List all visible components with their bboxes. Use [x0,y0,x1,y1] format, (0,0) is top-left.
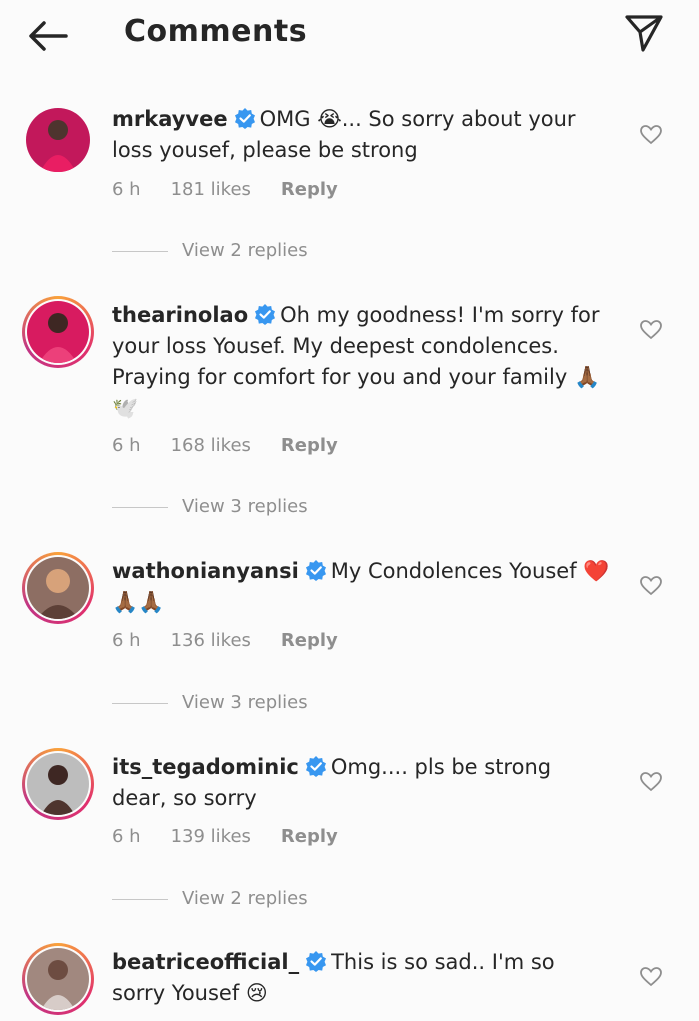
reply-button[interactable]: Reply [281,435,338,456]
comment-meta: 6 h 136 likes Reply [112,630,368,651]
view-replies-label: View 3 replies [182,692,308,713]
verified-badge-icon [305,560,326,581]
send-icon[interactable] [622,12,666,54]
like-count[interactable]: 181 likes [171,179,251,200]
comment-text-block: its_tegadominic Omg.... pls be strong dea… [112,752,612,814]
divider [112,702,168,704]
divider [112,250,168,252]
verified-badge-icon [234,108,255,129]
comment-time: 6 h [112,179,141,200]
comment-text-block: thearinolao Oh my goodness! I'm sorry for… [112,300,612,424]
comment-meta: 6 h 139 likes Reply [112,826,368,847]
verified-badge-icon [305,756,326,777]
comment-time: 6 h [112,435,141,456]
username[interactable]: its_tegadominic [112,755,299,779]
comment-meta: 6 h 181 likes Reply [112,179,368,200]
header: Comments [0,0,699,72]
comment-text-block: mrkayvee OMG 😭... So sorry about your los… [112,104,612,166]
avatar[interactable] [22,748,94,820]
verified-badge-icon [306,951,327,972]
heart-icon[interactable] [640,320,662,340]
view-replies-label: View 2 replies [182,240,308,261]
avatar[interactable] [22,552,94,624]
like-count[interactable]: 168 likes [171,435,251,456]
page-title: Comments [124,14,308,49]
view-replies-label: View 3 replies [182,496,308,517]
like-count[interactable]: 139 likes [171,826,251,847]
view-replies-button[interactable]: View 3 replies [112,692,308,713]
comment-meta: 6 h 168 likes Reply [112,435,368,456]
divider [112,506,168,508]
heart-icon[interactable] [640,576,662,596]
back-arrow-icon[interactable] [26,18,70,54]
avatar[interactable] [22,943,94,1015]
comment-text-block: wathonianyansi My Condolences Yousef ❤️🙏🏾… [112,556,612,618]
reply-button[interactable]: Reply [281,826,338,847]
view-replies-button[interactable]: View 3 replies [112,496,308,517]
username[interactable]: beatriceofficial_ [112,950,299,974]
comment-text-block: beatriceofficial_ This is so sad.. I'm so… [112,947,612,1009]
avatar[interactable] [22,296,94,368]
heart-icon[interactable] [640,125,662,145]
comment-time: 6 h [112,826,141,847]
heart-icon[interactable] [640,772,662,792]
heart-icon[interactable] [640,967,662,987]
view-replies-label: View 2 replies [182,888,308,909]
view-replies-button[interactable]: View 2 replies [112,240,308,261]
divider [112,898,168,900]
username[interactable]: mrkayvee [112,107,228,131]
verified-badge-icon [255,304,276,325]
reply-button[interactable]: Reply [281,179,338,200]
avatar[interactable] [22,104,94,176]
username[interactable]: thearinolao [112,303,248,327]
username[interactable]: wathonianyansi [112,559,299,583]
view-replies-button[interactable]: View 2 replies [112,888,308,909]
comment-time: 6 h [112,630,141,651]
reply-button[interactable]: Reply [281,630,338,651]
like-count[interactable]: 136 likes [171,630,251,651]
